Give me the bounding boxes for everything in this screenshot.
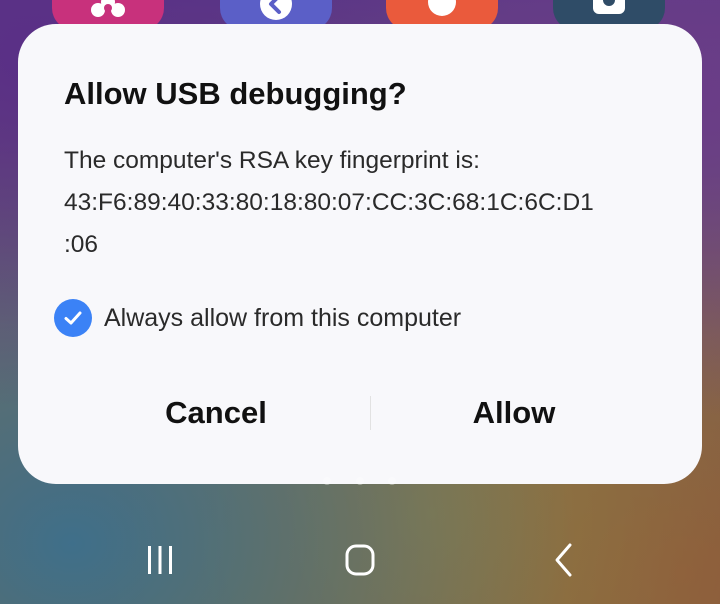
- checkmark-icon: [64, 311, 82, 325]
- dialog-title: Allow USB debugging?: [64, 76, 407, 111]
- cancel-button[interactable]: Cancel: [116, 388, 316, 438]
- button-divider: [370, 396, 371, 430]
- home-button[interactable]: [340, 540, 380, 585]
- always-allow-label[interactable]: Always allow from this computer: [104, 304, 461, 333]
- message-text: The computer's RSA key fingerprint is:: [64, 147, 480, 174]
- usb-debugging-dialog: Allow USB debugging? The computer's RSA …: [18, 24, 702, 484]
- page-indicator-dot: [388, 477, 396, 485]
- back-button[interactable]: [545, 540, 585, 585]
- allow-button[interactable]: Allow: [414, 388, 614, 438]
- page-indicator-dot: [323, 477, 331, 485]
- back-icon: [555, 543, 572, 577]
- page-indicator-dot: [356, 477, 364, 485]
- recent-apps-icon: [148, 546, 172, 574]
- recent-apps-button[interactable]: [140, 540, 180, 585]
- dialog-message: The computer's RSA key fingerprint is: 4…: [64, 140, 664, 266]
- circle-icon: [428, 0, 456, 16]
- fingerprint-line-2: :06: [64, 231, 99, 258]
- gear-icon: [593, 0, 625, 14]
- fingerprint-line-1: 43:F6:89:40:33:80:18:80:07:CC:3C:68:1C:6…: [64, 189, 594, 216]
- always-allow-checkbox-row[interactable]: Always allow from this computer: [54, 298, 461, 338]
- always-allow-checkbox[interactable]: [54, 299, 92, 337]
- back-arrow-icon: [260, 0, 292, 20]
- home-icon: [345, 544, 375, 576]
- flower-icon: [91, 0, 125, 17]
